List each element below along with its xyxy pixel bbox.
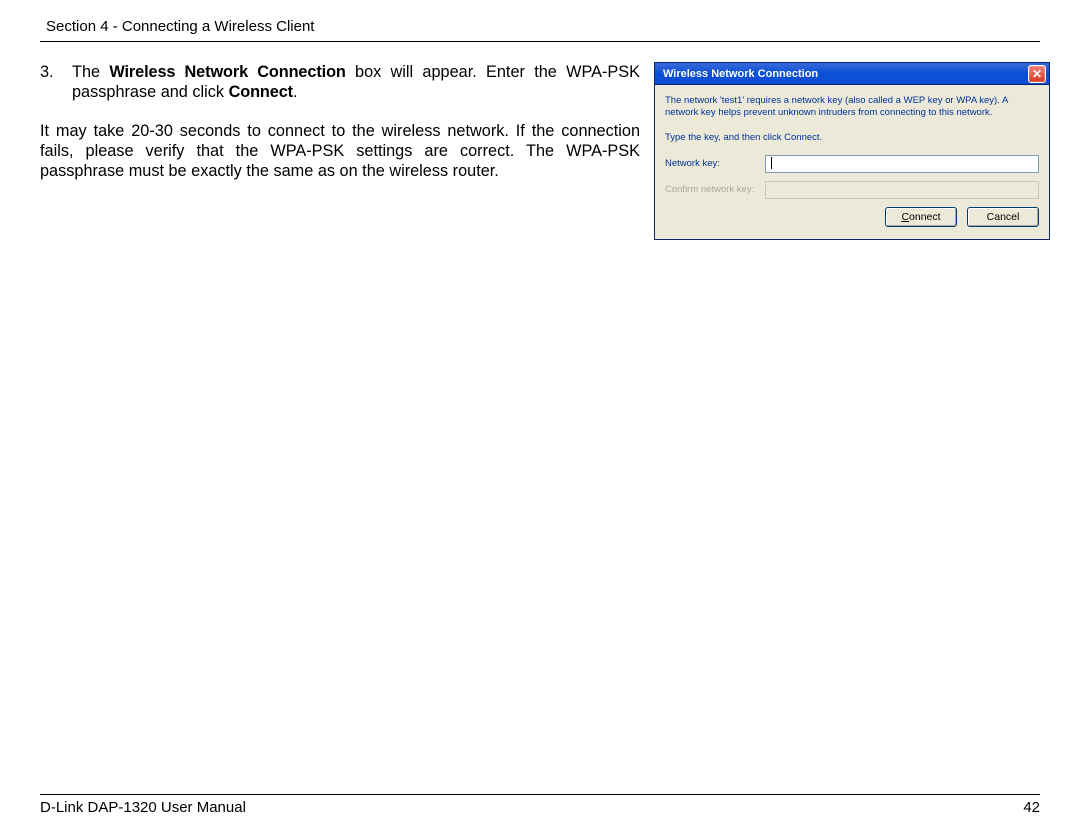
wireless-connection-dialog: Wireless Network Connection ✕ The networ… bbox=[654, 62, 1050, 240]
step-bold-1: Wireless Network Connection bbox=[109, 63, 345, 81]
dialog-intro-text: The network 'test1' requires a network k… bbox=[665, 95, 1039, 120]
dialog-column: Wireless Network Connection ✕ The networ… bbox=[654, 62, 1050, 240]
step-text-3: . bbox=[293, 83, 298, 101]
dialog-titlebar: Wireless Network Connection ✕ bbox=[655, 63, 1049, 85]
footer-page-number: 42 bbox=[1023, 799, 1040, 816]
text-column: 3. The Wireless Network Connection box w… bbox=[40, 62, 640, 182]
paragraph-2: It may take 20-30 seconds to connect to … bbox=[40, 121, 640, 182]
cancel-label: Cancel bbox=[987, 211, 1020, 223]
divider-top bbox=[40, 41, 1040, 42]
divider-bottom bbox=[40, 794, 1040, 795]
section-header: Section 4 - Connecting a Wireless Client bbox=[40, 18, 1040, 41]
confirm-key-label: Confirm network key: bbox=[665, 184, 765, 195]
connect-rest: onnect bbox=[909, 211, 941, 223]
connect-button[interactable]: Connect bbox=[885, 207, 957, 227]
network-key-row: Network key: bbox=[665, 155, 1039, 173]
dialog-body: The network 'test1' requires a network k… bbox=[655, 85, 1049, 239]
step-number: 3. bbox=[40, 62, 64, 103]
connect-underline: C bbox=[901, 211, 909, 223]
text-cursor bbox=[771, 157, 772, 169]
close-icon: ✕ bbox=[1032, 67, 1042, 81]
page-footer: D-Link DAP-1320 User Manual 42 bbox=[40, 794, 1040, 816]
footer-left: D-Link DAP-1320 User Manual bbox=[40, 799, 246, 816]
dialog-button-row: Connect Cancel bbox=[665, 207, 1039, 227]
cancel-button[interactable]: Cancel bbox=[967, 207, 1039, 227]
step-bold-2: Connect bbox=[229, 83, 293, 101]
content-row: 3. The Wireless Network Connection box w… bbox=[40, 62, 1040, 240]
step-3: 3. The Wireless Network Connection box w… bbox=[40, 62, 640, 103]
dialog-instruction: Type the key, and then click Connect. bbox=[665, 132, 1039, 143]
confirm-key-row: Confirm network key: bbox=[665, 181, 1039, 199]
confirm-key-input bbox=[765, 181, 1039, 199]
step-body: The Wireless Network Connection box will… bbox=[72, 62, 640, 103]
dialog-title: Wireless Network Connection bbox=[663, 68, 1028, 80]
close-button[interactable]: ✕ bbox=[1028, 65, 1046, 83]
network-key-label: Network key: bbox=[665, 158, 765, 169]
network-key-input[interactable] bbox=[765, 155, 1039, 173]
step-text-1: The bbox=[72, 63, 109, 81]
